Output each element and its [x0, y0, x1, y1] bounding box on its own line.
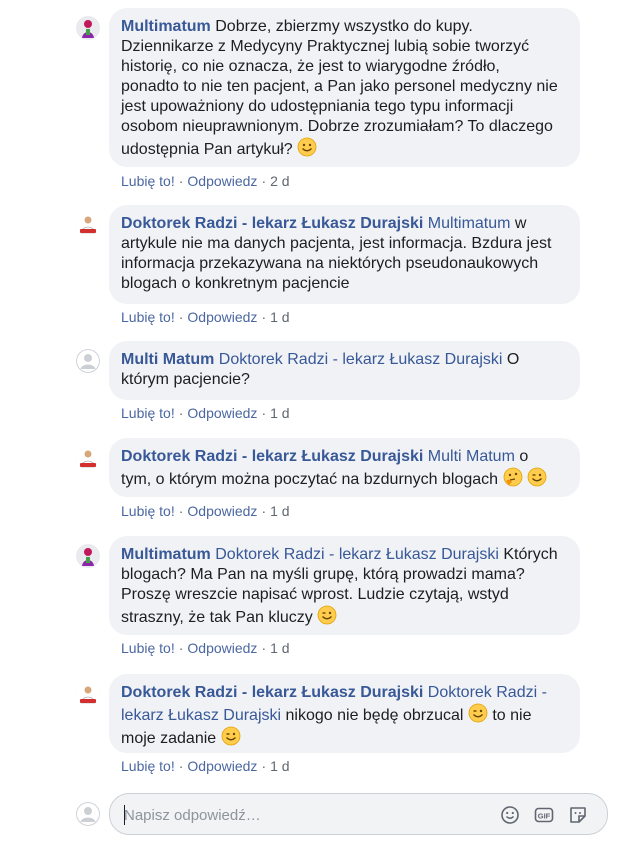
comment-bubble: Multimatum Dobrze, zbierzmy wszystko do …: [109, 8, 580, 167]
reply-link[interactable]: Odpowiedz: [187, 758, 257, 774]
reply-link[interactable]: Odpowiedz: [187, 503, 257, 519]
comment-text: blogach o konkretnym pacjencie: [121, 275, 350, 292]
comment-author[interactable]: Multi Matum: [121, 351, 214, 368]
thinking-face-icon: [503, 467, 522, 487]
comment-actions: Lubię to! · Odpowiedz · 2 d: [121, 173, 290, 189]
comment-text: historię, co nie oznacza, że jest to wia…: [121, 58, 500, 75]
mention-link[interactable]: Multimatum: [428, 215, 511, 232]
comment-actions: Lubię to! · Odpowiedz · 1 d: [121, 309, 290, 325]
comment-age[interactable]: 1 d: [270, 503, 289, 519]
reply-link[interactable]: Odpowiedz: [187, 405, 257, 421]
comment-bubble: Multimatum Doktorek Radzi - lekarz Łukas…: [109, 536, 580, 635]
reply-link[interactable]: Odpowiedz: [187, 640, 257, 656]
comment-actions: Lubię to! · Odpowiedz · 1 d: [121, 503, 290, 519]
comment-author[interactable]: Multimatum: [121, 18, 211, 35]
comment-text: Dobrze, zbierzmy wszystko do kupy.: [215, 18, 473, 35]
like-link[interactable]: Lubię to!: [121, 640, 175, 656]
gif-icon[interactable]: GIF: [533, 804, 555, 826]
winking-face-icon: [221, 726, 241, 746]
comment-text: artykule nie ma danych pacjenta, jest in…: [121, 235, 552, 252]
comment-actions: Lubię to! · Odpowiedz · 1 d: [121, 758, 290, 774]
winking-face-icon: [317, 605, 337, 625]
doctor-avatar[interactable]: [76, 683, 100, 707]
comment-bubble: Doktorek Radzi - lekarz Łukasz Durajski …: [109, 205, 580, 304]
comment-text: to nie: [492, 707, 532, 724]
comment-age[interactable]: 1 d: [270, 405, 289, 421]
comment-text: którym pacjencie?: [121, 371, 250, 388]
mention-link[interactable]: Doktorek Radzi - lekarz Łukasz Durajski: [215, 546, 499, 563]
comment-author[interactable]: Doktorek Radzi - lekarz Łukasz Durajski: [121, 215, 423, 232]
comment-text: straszny, że tak Pan kluczy: [121, 609, 313, 626]
comment-age[interactable]: 2 d: [270, 173, 289, 189]
doctor-avatar[interactable]: [76, 447, 100, 471]
comment-text: Dziennikarze z Medycyny Praktycznej lubi…: [121, 38, 530, 55]
comment-text: tym, o którym można poczytać na bzdurnyc…: [121, 471, 499, 488]
comment-text: O: [506, 351, 520, 368]
comment-bubble: Multi Matum Doktorek Radzi - lekarz Łuka…: [109, 341, 580, 400]
winking-face-icon: [468, 703, 488, 723]
comment-text: Których: [503, 546, 558, 563]
comment-author[interactable]: Doktorek Radzi - lekarz Łukasz Durajski: [121, 448, 423, 465]
mention-link[interactable]: Multi Matum: [428, 448, 515, 465]
default-avatar[interactable]: [76, 349, 100, 373]
mention-link[interactable]: Doktorek Radzi - lekarz Łukasz Durajski: [219, 351, 503, 368]
comment-text: moje zadanie: [121, 730, 217, 747]
multimatum-avatar[interactable]: [76, 16, 100, 40]
comment-text: osobom nieuprawnionym. Dobrze zrozumiała…: [121, 118, 553, 135]
reply-link[interactable]: Odpowiedz: [187, 309, 257, 325]
current-user-avatar: [76, 802, 100, 826]
mention-link[interactable]: lekarz Łukasz Durajski: [121, 707, 281, 724]
like-link[interactable]: Lubię to!: [121, 503, 175, 519]
sticker-icon[interactable]: [567, 804, 589, 826]
comment-text: blogach? Ma Pan na myśli grupę, którą pr…: [121, 566, 525, 583]
like-link[interactable]: Lubię to!: [121, 405, 175, 421]
reply-composer: GIF: [109, 793, 608, 835]
mention-link[interactable]: Doktorek Radzi -: [428, 684, 547, 701]
comment-actions: Lubię to! · Odpowiedz · 1 d: [121, 405, 290, 421]
like-link[interactable]: Lubię to!: [121, 758, 175, 774]
comment-text: o: [519, 448, 529, 465]
text-caret: [124, 805, 125, 825]
comment-age[interactable]: 1 d: [270, 309, 289, 325]
comment-bubble: Doktorek Radzi - lekarz Łukasz Durajski …: [109, 438, 580, 497]
comment-author[interactable]: Doktorek Radzi - lekarz Łukasz Durajski: [121, 684, 423, 701]
smiling-face-icon: [297, 137, 317, 157]
comment-text: Proszę wreszcie napisać wprost. Ludzie c…: [121, 586, 509, 603]
comment-actions: Lubię to! · Odpowiedz · 1 d: [121, 640, 290, 656]
comment-text: informacja przekazywana na niektórych ps…: [121, 255, 539, 272]
comment-text: udostępnia Pan artykuł?: [121, 141, 293, 158]
multimatum-avatar[interactable]: [76, 544, 100, 568]
emoji-icon[interactable]: [499, 804, 521, 826]
like-link[interactable]: Lubię to!: [121, 309, 175, 325]
doctor-avatar[interactable]: [76, 213, 100, 237]
comment-author[interactable]: Multimatum: [121, 546, 211, 563]
comment-text: ponadto to nie ten pacjent, a Pan jako p…: [121, 78, 558, 95]
winking-face-icon: [527, 467, 547, 487]
reply-link[interactable]: Odpowiedz: [187, 173, 257, 189]
svg-text:GIF: GIF: [538, 812, 551, 821]
comment-age[interactable]: 1 d: [270, 640, 289, 656]
comment-bubble: Doktorek Radzi - lekarz Łukasz Durajski …: [109, 674, 580, 753]
like-link[interactable]: Lubię to!: [121, 173, 175, 189]
comment-text: w: [514, 215, 527, 232]
reply-input[interactable]: [124, 805, 484, 825]
comment-text: jest upoważniony do udostępniania tego t…: [121, 98, 514, 115]
comment-age[interactable]: 1 d: [270, 758, 289, 774]
comment-text: nikogo nie będę obrzucal: [285, 707, 464, 724]
